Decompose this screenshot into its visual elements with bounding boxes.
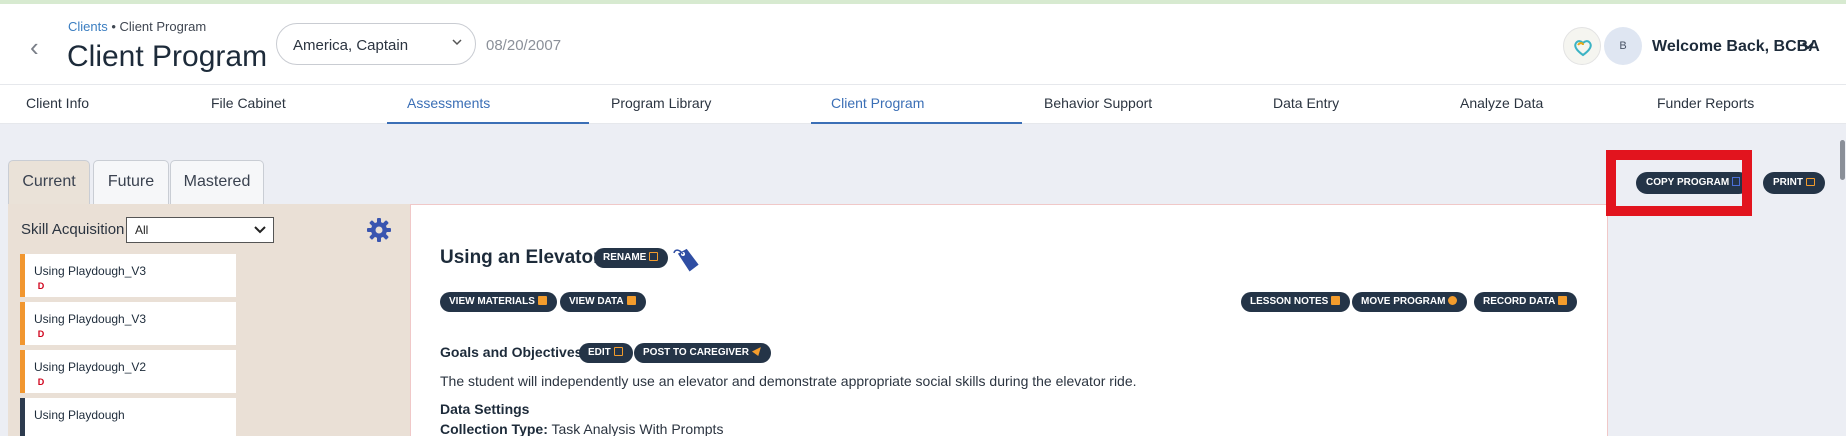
edit-goals-button[interactable]: EDIT: [579, 343, 633, 363]
skill-filter-select[interactable]: All: [126, 217, 274, 243]
page-title: Client Program: [67, 40, 268, 73]
back-chevron-icon[interactable]: ‹: [30, 34, 39, 60]
move-icon: [1448, 296, 1458, 305]
program-detail-panel: Using an Elevator RENAME VIEW MATERIALS …: [410, 204, 1608, 436]
program-list-item[interactable]: Using Playdough_V2 D: [20, 350, 236, 393]
scrollbar-thumb[interactable]: [1840, 140, 1845, 180]
edit-label: EDIT: [588, 347, 611, 358]
view-data-label: VIEW DATA: [569, 296, 624, 307]
tab-program-library[interactable]: Program Library: [591, 85, 790, 124]
tab-client-program[interactable]: Client Program: [811, 85, 1022, 124]
highlight-box: [1606, 150, 1752, 216]
rename-button[interactable]: RENAME: [594, 248, 669, 268]
program-list-panel: Skill Acquisition All Using Playdough_V3…: [8, 204, 410, 436]
chevron-down-icon: [253, 222, 267, 241]
lesson-notes-label: LESSON NOTES: [1250, 296, 1329, 307]
main-nav: Client Info File Cabinet Assessments Pro…: [0, 84, 1846, 124]
tab-assessments[interactable]: Assessments: [387, 85, 589, 124]
post-to-caregiver-button[interactable]: POST TO CAREGIVER: [634, 343, 771, 363]
notes-icon: [1331, 296, 1341, 305]
user-menu-chevron-icon[interactable]: [1801, 39, 1815, 58]
program-list-item[interactable]: Using Playdough: [20, 398, 236, 436]
record-data-label: RECORD DATA: [1483, 296, 1556, 307]
breadcrumb-separator: •: [107, 19, 120, 34]
tab-behavior-support[interactable]: Behavior Support: [1024, 85, 1224, 124]
view-data-button[interactable]: VIEW DATA: [560, 292, 646, 312]
breadcrumb-current: Client Program: [119, 19, 207, 34]
welcome-text[interactable]: Welcome Back, BCBA: [1652, 38, 1820, 56]
tab-funder-reports[interactable]: Funder Reports: [1637, 85, 1837, 124]
skill-filter-value: All: [135, 223, 149, 237]
program-list-item[interactable]: Using Playdough_V3 D: [20, 254, 236, 297]
client-dob: 08/20/2007: [486, 37, 562, 54]
send-icon: [751, 347, 761, 356]
goal-description: The student will independently use an el…: [440, 373, 1137, 389]
tab-client-info[interactable]: Client Info: [6, 85, 194, 124]
gear-icon[interactable]: [366, 217, 392, 248]
lesson-title: Using an Elevator: [440, 247, 601, 268]
view-materials-button[interactable]: VIEW MATERIALS: [440, 292, 557, 312]
view-materials-label: VIEW MATERIALS: [449, 296, 535, 307]
chevron-down-icon: [451, 35, 463, 51]
client-select-value: America, Captain: [293, 37, 409, 54]
header: ‹ Clients • Client Program Client Progra…: [0, 4, 1846, 84]
program-name: Using Playdough_V2: [34, 360, 147, 374]
print-label: PRINT: [1773, 177, 1803, 188]
avatar[interactable]: B: [1604, 27, 1642, 65]
heart-logo-icon[interactable]: [1563, 27, 1601, 65]
printer-icon: [1805, 178, 1815, 186]
lesson-notes-button[interactable]: LESSON NOTES: [1241, 292, 1351, 312]
subtab-mastered[interactable]: Mastered: [170, 160, 264, 204]
program-status-badge: D: [35, 328, 47, 340]
program-name: Using Playdough_V3: [34, 312, 147, 326]
collection-type: Collection Type: Task Analysis With Prom…: [440, 421, 723, 436]
move-program-button[interactable]: MOVE PROGRAM: [1352, 292, 1468, 312]
edit-icon: [613, 347, 623, 356]
data-settings-heading: Data Settings: [440, 401, 530, 417]
skill-acquisition-label: Skill Acquisition: [21, 221, 125, 238]
subtab-future[interactable]: Future: [93, 160, 169, 204]
clipboard-icon: [1558, 296, 1568, 305]
tag-icon[interactable]: [671, 245, 703, 282]
client-select[interactable]: America, Captain: [276, 23, 476, 65]
breadcrumb: Clients • Client Program: [68, 19, 206, 34]
tab-file-cabinet[interactable]: File Cabinet: [191, 85, 387, 124]
materials-icon: [537, 296, 547, 305]
goals-objectives-label: Goals and Objectives: [440, 344, 583, 360]
collection-type-value: Task Analysis With Prompts: [551, 421, 724, 436]
tab-data-entry[interactable]: Data Entry: [1253, 85, 1433, 124]
tab-analyze-data[interactable]: Analyze Data: [1440, 85, 1630, 124]
breadcrumb-clients-link[interactable]: Clients: [68, 19, 108, 34]
program-list-item[interactable]: Using Playdough_V3 D: [20, 302, 236, 345]
program-name: Using Playdough: [34, 408, 125, 422]
print-button[interactable]: PRINT: [1763, 172, 1825, 194]
data-icon: [626, 296, 636, 305]
edit-icon: [649, 252, 659, 261]
program-name: Using Playdough_V3: [34, 264, 147, 278]
collection-type-label: Collection Type:: [440, 421, 548, 436]
subtab-current[interactable]: Current: [8, 160, 90, 204]
program-status-badge: D: [35, 280, 47, 292]
post-to-caregiver-label: POST TO CAREGIVER: [643, 347, 749, 358]
rename-label: RENAME: [603, 252, 647, 263]
record-data-button[interactable]: RECORD DATA: [1474, 292, 1578, 312]
move-program-label: MOVE PROGRAM: [1361, 296, 1446, 307]
program-status-badge: D: [35, 376, 47, 388]
